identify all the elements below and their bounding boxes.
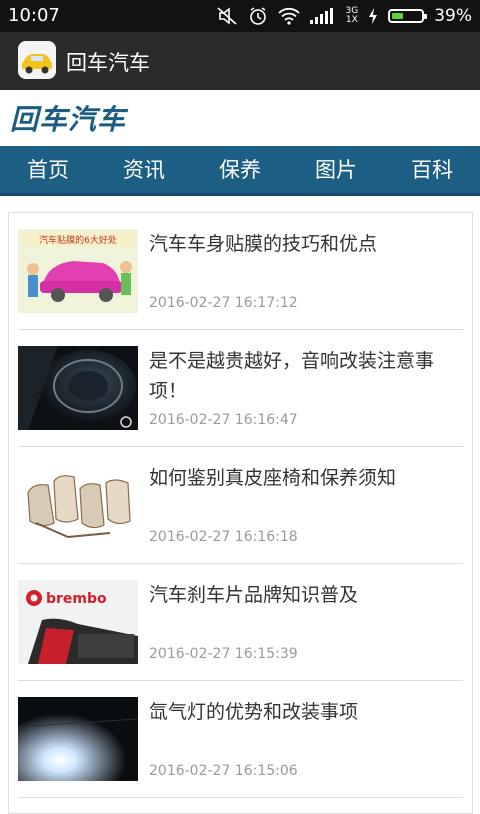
article-list: 汽车贴膜的6大好处 汽车车身贴膜的技巧和优点 2016-02-27 16:17:… — [8, 212, 473, 814]
tab-home[interactable]: 首页 — [0, 146, 96, 193]
thumb-caption: 汽车贴膜的6大好处 — [39, 234, 117, 246]
battery-fill — [392, 13, 404, 19]
article-thumbnail[interactable]: 汽车贴膜的6大好处 — [18, 229, 138, 313]
thumb-brand: brembo — [46, 591, 107, 607]
list-item[interactable]: brembo 汽车刹车片品牌知识普及 2016-02-27 16:15:39 — [18, 564, 463, 681]
app-title: 回车汽车 — [66, 51, 150, 75]
list-item[interactable]: 汽车贴膜的6大好处 汽车车身贴膜的技巧和优点 2016-02-27 16:17:… — [18, 213, 463, 330]
article-date: 2016-02-27 16:16:47 — [149, 412, 298, 428]
mute-icon — [216, 7, 237, 25]
app-bar: 回车汽车 — [0, 32, 480, 90]
tab-encyclopedia[interactable]: 百科 — [384, 146, 480, 193]
article-title[interactable]: 汽车车身贴膜的技巧和优点 — [149, 229, 459, 259]
article-date: 2016-02-27 16:16:18 — [149, 529, 298, 545]
list-item[interactable]: 氙气灯的优势和改装事项 2016-02-27 16:15:06 — [18, 681, 463, 798]
article-date: 2016-02-27 16:17:12 — [149, 295, 298, 311]
tab-pictures[interactable]: 图片 — [288, 146, 384, 193]
list-item[interactable]: 如何鉴别真皮座椅和保养须知 2016-02-27 16:16:18 — [18, 447, 463, 564]
article-date: 2016-02-27 16:15:06 — [149, 763, 298, 779]
main-nav: 首页 资讯 保养 图片 百科 — [0, 146, 480, 196]
article-thumbnail[interactable] — [18, 463, 138, 547]
status-time: 10:07 — [8, 5, 60, 26]
network-type: 3G 1X — [346, 7, 359, 25]
article-title[interactable]: 汽车刹车片品牌知识普及 — [149, 580, 459, 610]
tab-maintenance[interactable]: 保养 — [192, 146, 288, 193]
article-title[interactable]: 是不是越贵越好，音响改装注意事项！ — [149, 346, 459, 406]
alarm-icon — [249, 7, 266, 25]
charging-icon — [369, 8, 378, 24]
article-thumbnail[interactable] — [18, 346, 138, 430]
car-app-icon[interactable] — [18, 41, 56, 79]
article-title[interactable]: 如何鉴别真皮座椅和保养须知 — [149, 463, 459, 493]
list-item[interactable]: 是不是越贵越好，音响改装注意事项！ 2016-02-27 16:16:47 — [18, 330, 463, 447]
article-thumbnail[interactable] — [18, 697, 138, 781]
wifi-icon — [277, 7, 300, 25]
battery-percent: 39% — [434, 6, 472, 26]
article-title[interactable]: 氙气灯的优势和改装事项 — [149, 697, 459, 727]
network-bottom-label: 1X — [345, 15, 358, 25]
status-bar: 10:07 3G 1X 39% — [0, 0, 480, 32]
article-thumbnail[interactable]: brembo — [18, 580, 138, 664]
site-logo[interactable]: 回车汽车 — [10, 98, 126, 138]
tab-news[interactable]: 资讯 — [96, 146, 192, 193]
signal-icon — [309, 8, 333, 24]
article-date: 2016-02-27 16:15:39 — [149, 646, 298, 662]
battery-icon — [388, 9, 428, 23]
status-icons: 3G 1X 39% — [216, 4, 472, 28]
site-header: 回车汽车 — [0, 90, 480, 146]
